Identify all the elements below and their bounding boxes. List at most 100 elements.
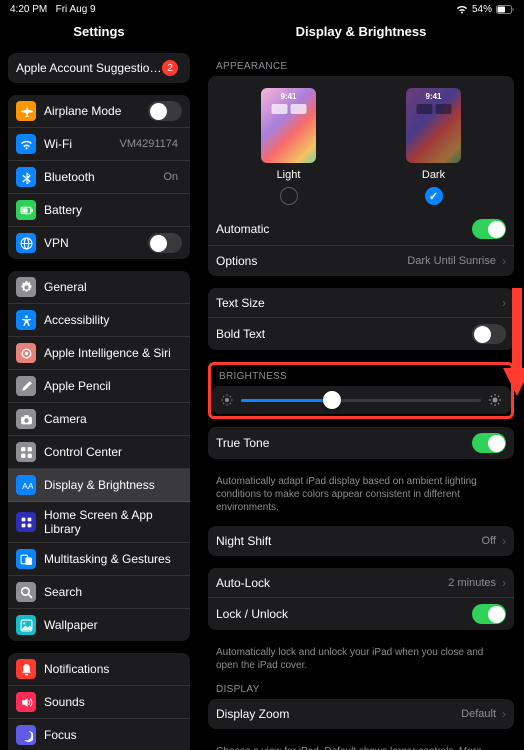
sidebar-item-accessibility[interactable]: Accessibility xyxy=(8,304,190,337)
sidebar-item-label: Control Center xyxy=(44,445,182,459)
sidebar-item-label: Focus xyxy=(44,728,182,742)
brightness-highlight-box: BRIGHTNESS xyxy=(208,362,514,419)
sidebar-item-search[interactable]: Search xyxy=(8,576,190,609)
sidebar-item-label: Camera xyxy=(44,412,182,426)
wallpaper-icon xyxy=(16,615,36,635)
sidebar-title: Settings xyxy=(8,18,190,49)
chevron-right-icon: › xyxy=(502,534,506,548)
preview-dark: 9:41 xyxy=(406,88,461,163)
sidebar-item-notifications[interactable]: Notifications xyxy=(8,653,190,686)
appearance-option-dark[interactable]: 9:41 Dark xyxy=(406,88,461,205)
appearance-dark-label: Dark xyxy=(422,169,445,181)
sidebar-item-label: Bluetooth xyxy=(44,170,163,184)
vpn-icon xyxy=(16,233,36,253)
radio-dark[interactable] xyxy=(425,187,443,205)
sidebar-item-apple-pencil[interactable]: Apple Pencil xyxy=(8,370,190,403)
sidebar-item-control-center[interactable]: Control Center xyxy=(8,436,190,469)
page-title: Display & Brightness xyxy=(208,18,514,49)
main-panel[interactable]: Display & Brightness APPEARANCE 9:41 Lig… xyxy=(198,18,524,750)
sidebar-item-label: Home Screen & App Library xyxy=(44,508,182,536)
display-header: DISPLAY xyxy=(208,672,514,699)
sidebar-item-label: VPN xyxy=(44,236,148,250)
sun-large-icon xyxy=(489,394,501,406)
sidebar-item-label: Apple Pencil xyxy=(44,379,182,393)
sun-small-icon xyxy=(221,394,233,406)
brightness-slider[interactable] xyxy=(241,399,481,402)
night-shift-row[interactable]: Night Shift Off › xyxy=(208,526,514,556)
lock-footer: Automatically lock and unlock your iPad … xyxy=(208,642,514,672)
settings-sidebar[interactable]: Settings Apple Account Suggestions 2 Air… xyxy=(0,18,198,750)
bluetooth-icon xyxy=(16,167,36,187)
sidebar-item-bluetooth[interactable]: BluetoothOn xyxy=(8,161,190,194)
accessibility-icon xyxy=(16,310,36,330)
display-zoom-row[interactable]: Display Zoom Default › xyxy=(208,699,514,729)
wifi-icon xyxy=(16,134,36,154)
sidebar-item-airplane-mode[interactable]: Airplane Mode xyxy=(8,95,190,128)
sidebar-item-label: Airplane Mode xyxy=(44,104,148,118)
true-tone-row[interactable]: True Tone xyxy=(208,427,514,459)
sidebar-item-wallpaper[interactable]: Wallpaper xyxy=(8,609,190,641)
display-footer: Choose a view for iPad. Default shows la… xyxy=(208,741,514,750)
sidebar-item-label: Display & Brightness xyxy=(44,478,182,492)
sidebar-item-display-brightness[interactable]: AA Display & Brightness xyxy=(8,469,190,502)
sidebar-item-general[interactable]: General xyxy=(8,271,190,304)
sidebar-item-focus[interactable]: Focus xyxy=(8,719,190,750)
brightness-slider-row[interactable] xyxy=(211,386,511,414)
sidebar-item-battery[interactable]: Battery xyxy=(8,194,190,227)
sidebar-item-label: Sounds xyxy=(44,695,182,709)
control-icon xyxy=(16,442,36,462)
vpn-toggle[interactable] xyxy=(148,233,182,253)
sidebar-item-label: Multitasking & Gestures xyxy=(44,552,182,566)
bold-text-toggle[interactable] xyxy=(472,324,506,344)
sidebar-item-label: Apple Intelligence & Siri xyxy=(44,346,182,360)
sidebar-item-label: Wallpaper xyxy=(44,618,182,632)
automatic-toggle[interactable] xyxy=(472,219,506,239)
airplane-icon xyxy=(16,101,36,121)
chevron-right-icon: › xyxy=(502,576,506,590)
speaker-icon xyxy=(16,692,36,712)
radio-light[interactable] xyxy=(280,187,298,205)
sidebar-item-camera[interactable]: Camera xyxy=(8,403,190,436)
status-date: Fri Aug 9 xyxy=(56,4,96,15)
sidebar-item-apple-intelligence-siri[interactable]: Apple Intelligence & Siri xyxy=(8,337,190,370)
battery-percent: 54% xyxy=(472,4,492,15)
display-icon: AA xyxy=(16,475,36,495)
sidebar-item-label: Search xyxy=(44,585,182,599)
chevron-right-icon: › xyxy=(502,254,506,268)
brightness-header: BRIGHTNESS xyxy=(211,365,511,386)
sidebar-item-home-screen-app-library[interactable]: Home Screen & App Library xyxy=(8,502,190,543)
sidebar-item-label: Wi-Fi xyxy=(44,137,119,151)
search-icon xyxy=(16,582,36,602)
options-row[interactable]: Options Dark Until Sunrise › xyxy=(208,246,514,276)
slider-thumb[interactable] xyxy=(323,391,341,409)
bell-icon xyxy=(16,659,36,679)
sidebar-item-wi-fi[interactable]: Wi-FiVM4291174 xyxy=(8,128,190,161)
gear-icon xyxy=(16,277,36,297)
sidebar-item-multitasking-gestures[interactable]: Multitasking & Gestures xyxy=(8,543,190,576)
automatic-row[interactable]: Automatic xyxy=(208,213,514,246)
chevron-right-icon: › xyxy=(502,296,506,310)
svg-text:AA: AA xyxy=(22,480,33,490)
preview-light: 9:41 xyxy=(261,88,316,163)
sidebar-item-label: Accessibility xyxy=(44,313,182,327)
sidebar-item-vpn[interactable]: VPN xyxy=(8,227,190,259)
lock-unlock-toggle[interactable] xyxy=(472,604,506,624)
battery-icon xyxy=(496,5,514,14)
wifi-icon xyxy=(456,4,468,14)
moon-icon xyxy=(16,725,36,745)
chevron-right-icon: › xyxy=(502,707,506,721)
auto-lock-row[interactable]: Auto-Lock 2 minutes › xyxy=(208,568,514,598)
sidebar-item-sounds[interactable]: Sounds xyxy=(8,686,190,719)
appearance-option-light[interactable]: 9:41 Light xyxy=(261,88,316,205)
notification-badge: 2 xyxy=(162,60,178,76)
lock-unlock-row[interactable]: Lock / Unlock xyxy=(208,598,514,630)
bold-text-row[interactable]: Bold Text xyxy=(208,318,514,350)
text-size-row[interactable]: Text Size › xyxy=(208,288,514,318)
appearance-header: APPEARANCE xyxy=(208,49,514,76)
status-time: 4:20 PM xyxy=(10,4,47,15)
sidebar-item-apple-account-suggestions[interactable]: Apple Account Suggestions 2 xyxy=(8,53,190,83)
true-tone-toggle[interactable] xyxy=(472,433,506,453)
appearance-light-label: Light xyxy=(277,169,301,181)
airplane-mode-toggle[interactable] xyxy=(148,101,182,121)
true-tone-footer: Automatically adapt iPad display based o… xyxy=(208,471,514,514)
